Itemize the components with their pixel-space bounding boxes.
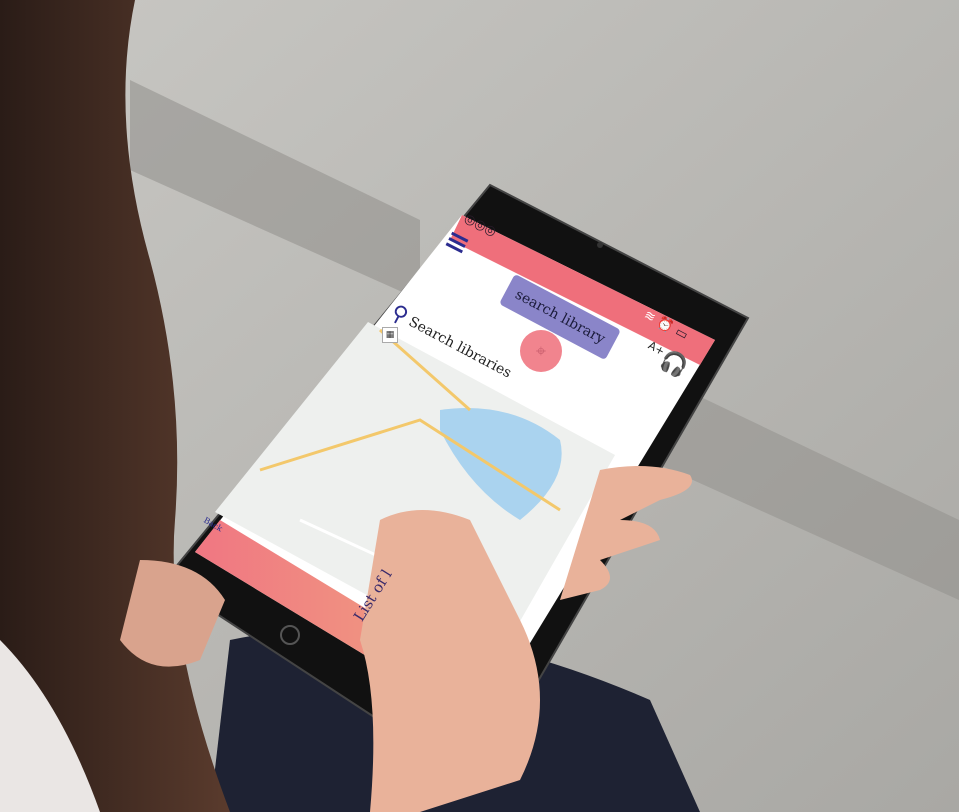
status-icons: ≋ ⏰ ▭ xyxy=(641,308,690,344)
wifi-icon: ≋ xyxy=(641,307,658,327)
map-layer-toggle[interactable]: ▦ xyxy=(382,327,398,343)
tablet-ui: ◎◎◎ ⚲ Search libraries search library ⌖ … xyxy=(0,0,959,812)
hamburger-icon[interactable] xyxy=(445,231,469,254)
battery-icon: ▭ xyxy=(672,324,691,344)
back-button[interactable]: Back xyxy=(202,516,224,534)
photo-scene: ◎◎◎ ⚲ Search libraries search library ⌖ … xyxy=(0,0,959,812)
search-placeholder: Search libraries xyxy=(406,313,515,381)
back-label: Back xyxy=(202,515,224,534)
map-layer-toggle-label: ▦ xyxy=(385,330,395,340)
list-of-libraries-link[interactable]: List of l xyxy=(350,566,396,624)
list-label: List of l xyxy=(350,566,396,625)
location-pin-icon[interactable]: ⌖ xyxy=(520,330,562,372)
coin-icon-group: ◎◎◎ xyxy=(461,211,498,240)
alarm-icon: ⏰ xyxy=(654,314,676,336)
search-bar[interactable]: ⚲ Search libraries xyxy=(386,300,516,385)
